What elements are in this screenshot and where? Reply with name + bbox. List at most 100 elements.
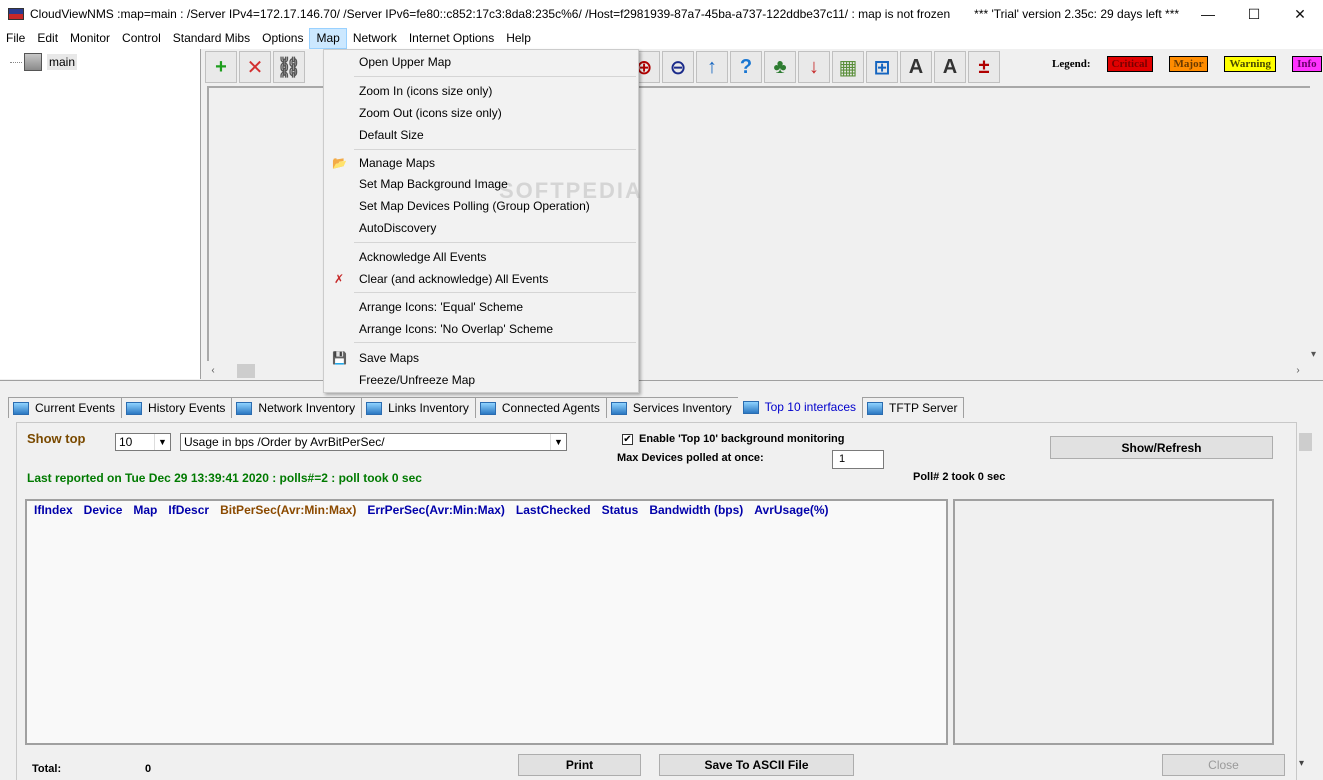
save-ascii-button[interactable]: Save To ASCII File [659, 754, 854, 776]
menu-manage-maps[interactable]: 📂 Manage Maps [326, 152, 636, 174]
tab-label: Links Inventory [388, 401, 469, 415]
col-map[interactable]: Map [133, 503, 157, 517]
map-vertical-scrollbar[interactable]: ▾ [1310, 86, 1323, 362]
zoom-out-icon[interactable]: ⊖ [662, 51, 694, 83]
trial-notice: *** 'Trial' version 2.35c: 29 days left … [974, 7, 1180, 21]
tab-links-inventory[interactable]: Links Inventory [361, 397, 476, 418]
menu-arrange-equal[interactable]: Arrange Icons: 'Equal' Scheme [326, 296, 636, 318]
zoom-out-labels-icon[interactable]: A [934, 51, 966, 83]
order-select[interactable]: Usage in bps /Order by AvrBitPerSec/ ▼ [180, 433, 567, 451]
scrollbar-thumb[interactable] [237, 363, 255, 378]
add-icon[interactable]: + [205, 51, 237, 83]
help-icon[interactable]: ? [730, 51, 762, 83]
max-devices-input[interactable]: 1 [832, 450, 884, 469]
menu-file[interactable]: File [0, 28, 31, 49]
monitor-icon [236, 401, 253, 415]
pane-splitter[interactable] [0, 380, 1323, 384]
show-top-label: Show top [27, 431, 86, 446]
menu-zoom-out[interactable]: Zoom Out (icons size only) [326, 102, 636, 124]
tree-icon[interactable]: ♣ [764, 51, 796, 83]
menu-help[interactable]: Help [500, 28, 537, 49]
menu-open-upper-map[interactable]: Open Upper Map [326, 51, 636, 73]
grid-icon[interactable]: ⊞ [866, 51, 898, 83]
order-value: Usage in bps /Order by AvrBitPerSec/ [184, 435, 385, 449]
menu-internet-options[interactable]: Internet Options [403, 28, 500, 49]
menu-separator [354, 292, 636, 293]
col-bandwidth[interactable]: Bandwidth (bps) [649, 503, 743, 517]
scroll-down-arrow-icon[interactable]: ▾ [1299, 758, 1304, 769]
tab-history-events[interactable]: History Events [121, 397, 233, 418]
menu-standard-mibs[interactable]: Standard Mibs [167, 28, 256, 49]
chevron-down-icon: ▼ [154, 434, 170, 450]
legend-title: Legend: [1052, 58, 1091, 70]
top10-panel: Show top 10 ▼ Usage in bps /Order by Avr… [16, 422, 1297, 780]
col-ifindex[interactable]: IfIndex [34, 503, 73, 517]
show-refresh-button[interactable]: Show/Refresh [1050, 436, 1273, 459]
panel-vertical-scrollbar[interactable]: ▾ [1297, 429, 1314, 769]
menu-item-label: Arrange Icons: 'No Overlap' Scheme [359, 322, 554, 336]
tab-current-events[interactable]: Current Events [8, 397, 123, 418]
tab-top10-interfaces[interactable]: Top 10 interfaces [737, 395, 864, 418]
show-top-select[interactable]: 10 ▼ [115, 433, 171, 451]
minimize-button[interactable]: — [1185, 0, 1231, 28]
menu-item-label: Manage Maps [359, 156, 436, 170]
scrollbar-thumb[interactable] [1299, 433, 1312, 451]
menu-arrange-no-overlap[interactable]: Arrange Icons: 'No Overlap' Scheme [326, 318, 636, 340]
zoom-default-icon[interactable]: ± [968, 51, 1000, 83]
menu-set-background[interactable]: Set Map Background Image [326, 173, 636, 195]
menu-set-polling[interactable]: Set Map Devices Polling (Group Operation… [326, 195, 636, 217]
up-arrow-icon[interactable]: ↑ [696, 51, 728, 83]
tab-services-inventory[interactable]: Services Inventory [605, 397, 739, 418]
delete-icon[interactable]: ✕ [239, 51, 271, 83]
zoom-in-labels-icon[interactable]: A [900, 51, 932, 83]
menu-acknowledge-all[interactable]: Acknowledge All Events [326, 246, 636, 268]
menu-freeze-map[interactable]: Freeze/Unfreeze Map [326, 369, 636, 391]
menu-separator [354, 149, 636, 150]
print-button[interactable]: Print [518, 754, 641, 776]
menu-options[interactable]: Options [256, 28, 309, 49]
col-ifdescr[interactable]: IfDescr [168, 503, 209, 517]
legend: Legend: Critical Major Warning Info [1052, 56, 1323, 72]
col-device[interactable]: Device [84, 503, 123, 517]
link-add-icon[interactable]: ⛓ [273, 51, 305, 83]
col-lastchecked[interactable]: LastChecked [516, 503, 591, 517]
close-window-button[interactable]: ✕ [1277, 0, 1323, 28]
menu-save-maps[interactable]: 💾 Save Maps [326, 347, 636, 369]
tab-label: Network Inventory [258, 401, 356, 415]
close-button[interactable]: Close [1162, 754, 1285, 776]
menu-clear-all[interactable]: ✗ Clear (and acknowledge) All Events [326, 268, 636, 290]
checkbox[interactable]: ✔ [622, 433, 633, 445]
scroll-left-arrow-icon[interactable]: ‹ [205, 365, 221, 376]
download-icon[interactable]: ↓ [798, 51, 830, 83]
map-menu-dropdown: SOFTPEDIA Open Upper Map Zoom In (icons s… [323, 49, 641, 393]
tab-label: Top 10 interfaces [764, 400, 857, 414]
tab-tftp-server[interactable]: TFTP Server [862, 397, 965, 418]
title-bar: CloudViewNMS :map=main : /Server IPv4=17… [0, 0, 1323, 28]
scroll-down-arrow-icon[interactable]: ▾ [1311, 349, 1316, 360]
col-errpersec[interactable]: ErrPerSec(Avr:Min:Max) [367, 503, 505, 517]
maximize-button[interactable]: ☐ [1231, 0, 1277, 28]
menu-network[interactable]: Network [347, 28, 403, 49]
results-list[interactable]: IfIndex Device Map IfDescr BitPerSec(Avr… [25, 499, 948, 745]
col-bitpersec[interactable]: BitPerSec(Avr:Min:Max) [220, 503, 356, 517]
menu-monitor[interactable]: Monitor [64, 28, 116, 49]
col-avrusage[interactable]: AvrUsage(%) [754, 503, 828, 517]
col-status[interactable]: Status [602, 503, 639, 517]
window-title: CloudViewNMS :map=main : /Server IPv4=17… [30, 7, 951, 21]
detail-box [953, 499, 1274, 745]
tab-connected-agents[interactable]: Connected Agents [474, 397, 607, 418]
menu-map[interactable]: Map [309, 28, 347, 49]
folder-open-icon: 📂 [332, 156, 347, 170]
tree-node-main[interactable]: main [10, 53, 78, 71]
monitor-icon [366, 401, 383, 415]
menu-zoom-in[interactable]: Zoom In (icons size only) [326, 80, 636, 102]
enable-bg-monitoring[interactable]: ✔ Enable 'Top 10' background monitoring [622, 433, 844, 445]
scroll-right-arrow-icon[interactable]: › [1290, 365, 1306, 376]
menu-autodiscovery[interactable]: AutoDiscovery [326, 217, 636, 239]
menu-control[interactable]: Control [116, 28, 167, 49]
menu-edit[interactable]: Edit [31, 28, 64, 49]
tab-network-inventory[interactable]: Network Inventory [231, 397, 363, 418]
legend-critical: Critical [1106, 56, 1153, 72]
map-image-icon[interactable]: ▦ [832, 51, 864, 83]
menu-default-size[interactable]: Default Size [326, 124, 636, 146]
